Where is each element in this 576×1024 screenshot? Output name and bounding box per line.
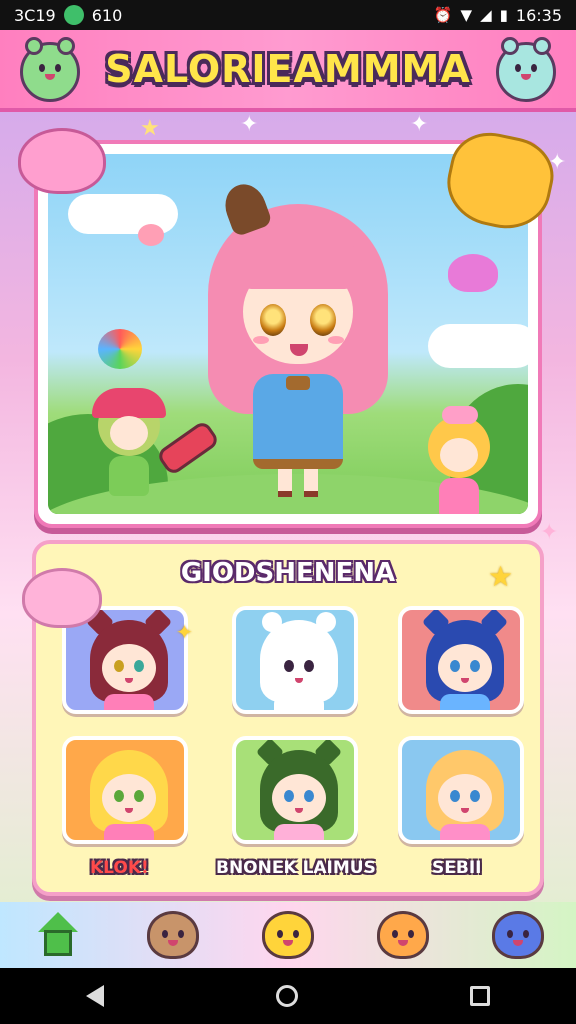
panel-title: GIODSHENENA — [180, 558, 396, 588]
mint-bear-icon[interactable] — [496, 37, 556, 102]
bottom-nav — [0, 902, 576, 968]
sparkle-icon: ✦ — [540, 520, 559, 545]
main-character — [198, 178, 398, 504]
flower-icon — [138, 224, 164, 246]
battery-icon: ▮ — [499, 6, 508, 24]
character-label-3: SEBII — [432, 858, 482, 878]
blue-bear-icon[interactable] — [489, 906, 547, 964]
character-slot-2[interactable] — [232, 606, 358, 714]
ear — [533, 37, 551, 55]
sparkle-icon: ★ — [140, 116, 160, 141]
character-label-1: KLOK! — [90, 858, 149, 878]
wifi-icon: ▼ — [460, 6, 473, 24]
characters-panel: GIODSHENENA KLOK! BNONEK LAIMUS SEBII — [32, 540, 544, 896]
status-left: 3C19 610 — [14, 5, 122, 25]
status-right: ⏰ ▼ ◢ ▮ 16:35 — [434, 6, 562, 25]
notification-icon — [63, 5, 84, 25]
rainbow-flower-icon — [98, 329, 142, 369]
star-icon: ✦ — [176, 620, 193, 644]
pink-cloud-icon — [18, 128, 106, 194]
game-title: SALORIEAMMMA — [105, 47, 471, 91]
orange-bear-icon[interactable] — [374, 906, 432, 964]
ear — [25, 37, 43, 55]
character-slot-4[interactable] — [62, 736, 188, 844]
system-nav-bar — [0, 968, 576, 1024]
status-text-left: 3C19 — [14, 5, 56, 25]
pink-cloud-icon — [22, 568, 102, 628]
ear — [501, 37, 519, 55]
yellow-cat-icon[interactable] — [259, 906, 317, 964]
character-slot-5[interactable] — [232, 736, 358, 844]
status-bar: 3C19 610 ⏰ ▼ ◢ ▮ 16:35 — [0, 0, 576, 30]
cloud — [428, 324, 528, 368]
top-header: SALORIEAMMMA — [0, 30, 576, 112]
character-slot-3[interactable] — [398, 606, 524, 714]
sparkle-icon: ✦ — [240, 112, 259, 137]
bear-face — [33, 62, 67, 82]
pink-blob-icon — [448, 254, 498, 292]
status-text-left-2: 610 — [91, 5, 123, 25]
ear — [57, 37, 75, 55]
bear-icon[interactable] — [144, 906, 202, 964]
character-label-2: BNONEK LAIMUS — [216, 858, 376, 878]
status-time: 16:35 — [515, 5, 562, 25]
recent-apps-icon[interactable] — [470, 986, 490, 1006]
home-icon[interactable] — [29, 906, 87, 964]
signal-icon: ◢ — [480, 6, 492, 24]
alarm-icon: ⏰ — [433, 6, 453, 24]
back-icon[interactable] — [86, 985, 104, 1007]
bear-face — [509, 62, 543, 82]
sparkle-icon: ✦ — [410, 112, 429, 137]
star-icon: ★ — [488, 560, 514, 593]
character-slot-6[interactable] — [398, 736, 524, 844]
home-circle-icon[interactable] — [276, 985, 298, 1007]
green-bear-icon[interactable] — [20, 37, 80, 102]
